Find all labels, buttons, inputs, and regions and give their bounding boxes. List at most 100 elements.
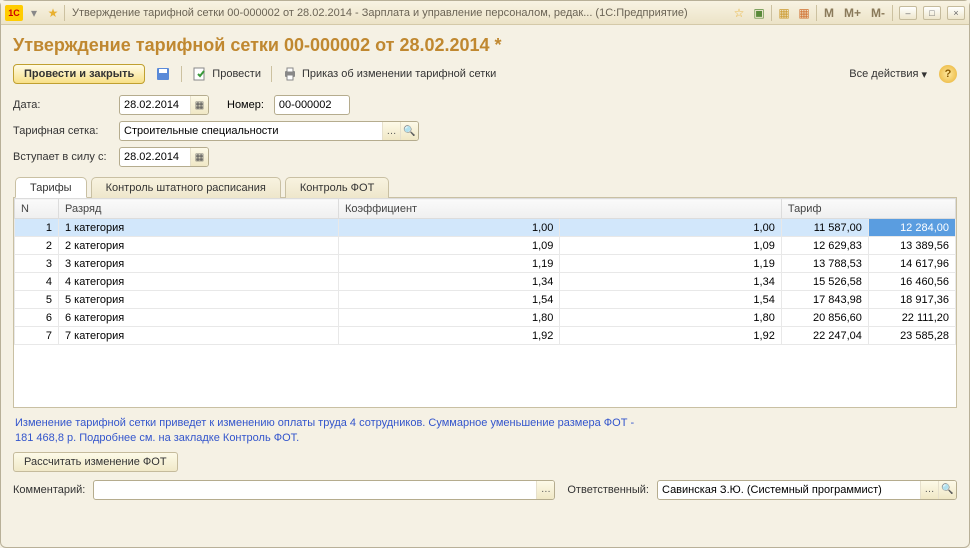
number-label: Номер: [227,99,268,111]
col-coef[interactable]: Коэффициент [339,199,782,219]
cell-n[interactable]: 3 [15,255,59,273]
cell-n[interactable]: 5 [15,291,59,309]
cell-c2[interactable]: 1,34 [560,273,781,291]
memory-mplus-button[interactable]: M+ [841,6,864,20]
number-input[interactable] [275,99,349,111]
ellipsis-icon[interactable]: … [382,122,400,140]
calc-icon[interactable]: ▦ [776,5,792,21]
cell-razryad[interactable]: 7 категория [59,327,339,345]
cell-c1[interactable]: 1,92 [339,327,560,345]
cell-t2[interactable]: 18 917,36 [868,291,955,309]
cell-razryad[interactable]: 6 категория [59,309,339,327]
memory-mminus-button[interactable]: M- [868,6,888,20]
cell-t1[interactable]: 20 856,60 [781,309,868,327]
recalc-fot-button[interactable]: Рассчитать изменение ФОТ [13,452,178,472]
cell-c1[interactable]: 1,00 [339,219,560,237]
history-icon[interactable]: ▣ [751,5,767,21]
window-title: Утверждение тарифной сетки 00-000002 от … [68,7,728,19]
cell-n[interactable]: 7 [15,327,59,345]
help-icon[interactable]: ? [939,65,957,83]
responsible-input-wrap: … 🔍 [657,480,957,500]
col-tarif[interactable]: Тариф [781,199,955,219]
cell-c2[interactable]: 1,09 [560,237,781,255]
cell-n[interactable]: 4 [15,273,59,291]
cell-c1[interactable]: 1,19 [339,255,560,273]
comment-input-wrap: … [93,480,555,500]
cell-t2[interactable]: 23 585,28 [868,327,955,345]
ellipsis-icon[interactable]: … [920,481,938,499]
cell-t2[interactable]: 14 617,96 [868,255,955,273]
responsible-input[interactable] [658,484,920,496]
star-icon[interactable]: ★ [45,5,61,21]
cell-c2[interactable]: 1,19 [560,255,781,273]
table-row[interactable]: 22 категория1,091,0912 629,8313 389,56 [15,237,956,255]
save-button[interactable] [151,64,175,84]
table-row[interactable]: 33 категория1,191,1913 788,5314 617,96 [15,255,956,273]
cell-t1[interactable]: 11 587,00 [781,219,868,237]
cell-n[interactable]: 2 [15,237,59,255]
cell-c2[interactable]: 1,54 [560,291,781,309]
submit-close-button[interactable]: Провести и закрыть [13,64,145,84]
cell-c1[interactable]: 1,54 [339,291,560,309]
date-input[interactable] [120,99,190,111]
table-row[interactable]: 44 категория1,341,3415 526,5816 460,56 [15,273,956,291]
cell-c1[interactable]: 1,80 [339,309,560,327]
table-row[interactable]: 11 категория1,001,0011 587,0012 284,00 [15,219,956,237]
calendar-picker-icon[interactable]: ▦ [190,148,208,166]
tab-staff-control[interactable]: Контроль штатного расписания [91,177,281,198]
tab-tariffs[interactable]: Тарифы [15,177,87,198]
separator [181,66,182,82]
col-razryad[interactable]: Разряд [59,199,339,219]
cell-c2[interactable]: 1,00 [560,219,781,237]
cell-c1[interactable]: 1,34 [339,273,560,291]
submit-label: Провести [212,68,261,80]
search-icon[interactable]: 🔍 [938,481,956,499]
submit-button[interactable]: Провести [188,64,265,84]
effective-input[interactable] [120,151,190,163]
dropdown-icon[interactable]: ▾ [26,5,42,21]
cell-c1[interactable]: 1,09 [339,237,560,255]
cell-razryad[interactable]: 5 категория [59,291,339,309]
calendar-picker-icon[interactable]: ▦ [190,96,208,114]
number-input-wrap [274,95,350,115]
col-n[interactable]: N [15,199,59,219]
cell-t1[interactable]: 22 247,04 [781,327,868,345]
table-row[interactable]: 55 категория1,541,5417 843,9818 917,36 [15,291,956,309]
comment-input[interactable] [94,484,536,496]
fav-star-icon[interactable]: ☆ [731,5,747,21]
cell-t2[interactable]: 22 111,20 [868,309,955,327]
tariff-table[interactable]: N Разряд Коэффициент Тариф 11 категория1… [14,198,956,345]
order-button[interactable]: Приказ об изменении тарифной сетки [278,64,500,84]
minimize-button[interactable]: – [899,6,917,20]
all-actions-button[interactable]: Все действия ▾ [849,68,927,81]
date-label: Дата: [13,99,113,111]
cell-t1[interactable]: 12 629,83 [781,237,868,255]
calendar-icon[interactable]: ▦ [796,5,812,21]
cell-razryad[interactable]: 1 категория [59,219,339,237]
row-date-number: Дата: ▦ Номер: [13,92,957,118]
cell-t2[interactable]: 12 284,00 [868,219,955,237]
grid-input[interactable] [120,125,382,137]
cell-razryad[interactable]: 3 категория [59,255,339,273]
cell-c2[interactable]: 1,80 [560,309,781,327]
search-icon[interactable]: 🔍 [400,122,418,140]
cell-t2[interactable]: 16 460,56 [868,273,955,291]
ellipsis-icon[interactable]: … [536,481,554,499]
maximize-button[interactable]: □ [923,6,941,20]
cell-t2[interactable]: 13 389,56 [868,237,955,255]
cell-razryad[interactable]: 4 категория [59,273,339,291]
memory-m-button[interactable]: M [821,6,837,20]
table-row[interactable]: 66 категория1,801,8020 856,6022 111,20 [15,309,956,327]
close-button[interactable]: × [947,6,965,20]
cell-t1[interactable]: 13 788,53 [781,255,868,273]
chevron-down-icon: ▾ [921,68,927,81]
cell-t1[interactable]: 17 843,98 [781,291,868,309]
cell-n[interactable]: 1 [15,219,59,237]
comment-label: Комментарий: [13,484,87,496]
table-row[interactable]: 77 категория1,921,9222 247,0423 585,28 [15,327,956,345]
cell-t1[interactable]: 15 526,58 [781,273,868,291]
cell-razryad[interactable]: 2 категория [59,237,339,255]
cell-c2[interactable]: 1,92 [560,327,781,345]
tab-fot-control[interactable]: Контроль ФОТ [285,177,389,198]
cell-n[interactable]: 6 [15,309,59,327]
